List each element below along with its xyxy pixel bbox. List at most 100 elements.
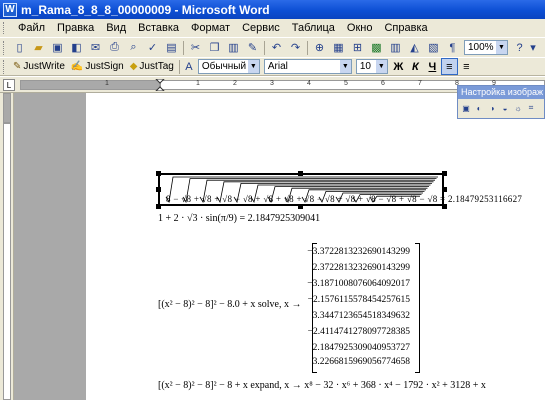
insert-picture-icon[interactable]: ▣ xyxy=(460,101,472,115)
menu-tools[interactable]: Сервис xyxy=(236,22,286,34)
menu-edit[interactable]: Правка xyxy=(51,22,100,34)
separator xyxy=(183,40,184,55)
zoom-select[interactable]: 100% ▼ xyxy=(464,40,508,55)
menu-format[interactable]: Формат xyxy=(185,22,236,34)
document-area[interactable] xyxy=(14,93,545,400)
resize-handle[interactable] xyxy=(442,204,447,209)
justtag-label: JustTag xyxy=(139,61,174,72)
solution-entry: 2.1847925309040953727 xyxy=(312,343,410,353)
crop-icon[interactable]: ⌗ xyxy=(525,101,537,115)
more-brightness-icon[interactable]: ☼ xyxy=(512,101,524,115)
indent-marker-icon[interactable] xyxy=(155,79,165,91)
solution-entry: 3.3447123654518349632 xyxy=(312,311,410,321)
color-icon[interactable]: ◐ xyxy=(473,101,485,115)
spelling-icon[interactable]: ✓ xyxy=(143,39,162,56)
insert-excel-icon[interactable]: ▩ xyxy=(367,39,386,56)
word-icon[interactable]: W xyxy=(3,2,17,17)
more-contrast-icon[interactable]: ◑ xyxy=(486,101,498,115)
redo-icon[interactable]: ↷ xyxy=(286,39,305,56)
separator xyxy=(178,59,180,74)
permission-icon[interactable]: ◧ xyxy=(67,39,86,56)
style-select[interactable]: Обычный + ни ▼ xyxy=(197,59,260,74)
menu-insert[interactable]: Вставка xyxy=(132,22,185,34)
research-icon[interactable]: ▤ xyxy=(162,39,181,56)
tag-icon: ◆ xyxy=(129,61,138,72)
paste-icon[interactable]: ▥ xyxy=(224,39,243,56)
ruler-mark: 5 xyxy=(344,80,348,87)
window-title: m_Rama_8_8_8_00000009 - Microsoft Word xyxy=(21,2,270,17)
font-select[interactable]: Arial ▼ xyxy=(263,59,352,74)
solution-entry: −3.1871008076064092017 xyxy=(307,279,410,289)
menu-file[interactable]: Файл xyxy=(12,22,51,34)
resize-handle[interactable] xyxy=(442,171,447,176)
hyperlink-icon[interactable]: ⊕ xyxy=(310,39,329,56)
chevron-down-icon[interactable]: ▼ xyxy=(339,60,351,73)
ruler-margin xyxy=(3,93,11,123)
formatting-toolbar: ✎ JustWrite ✍ JustSign ◆ JustTag A Обычн… xyxy=(0,57,545,76)
separator xyxy=(264,40,265,55)
equation-expand: [(x² − 8)² − 8]² − 8 + x expand, x → x⁸ … xyxy=(158,380,486,391)
undo-icon[interactable]: ↶ xyxy=(267,39,286,56)
pen-icon: ✎ xyxy=(13,61,22,72)
toolbar-grip[interactable] xyxy=(3,40,6,55)
align-left-icon[interactable]: ≡ xyxy=(440,58,458,75)
justwrite-button[interactable]: ✎ JustWrite xyxy=(10,58,68,75)
drawing-icon[interactable]: ◭ xyxy=(405,39,424,56)
equation-sin: 1 + 2 · √3 · sin(π/9) = 2.1847925309041 xyxy=(158,213,321,224)
italic-button[interactable]: К xyxy=(407,58,424,75)
ruler-mark: 4 xyxy=(307,80,311,87)
new-document-icon[interactable]: ▯ xyxy=(10,39,29,56)
bold-button[interactable]: Ж xyxy=(390,58,407,75)
picture-toolbar-title[interactable]: Настройка изображ xyxy=(458,86,544,99)
solution-entry: −3.3722813232690143299 xyxy=(307,247,410,257)
solution-entry: −2.4114741278097728385 xyxy=(307,327,410,337)
tables-borders-icon[interactable]: ▦ xyxy=(329,39,348,56)
document-map-icon[interactable]: ▧ xyxy=(424,39,443,56)
cut-icon[interactable]: ✂ xyxy=(186,39,205,56)
justtag-button[interactable]: ◆ JustTag xyxy=(127,58,177,75)
toolbar-options-icon[interactable]: ▾ xyxy=(529,39,537,56)
help-label: ? xyxy=(516,41,523,54)
format-painter-icon[interactable]: ✎ xyxy=(243,39,262,56)
equation-solve: [(x² − 8)² − 8]² − 8.0 + x solve, x → xyxy=(158,299,302,310)
chevron-down-icon[interactable]: ▼ xyxy=(247,60,259,73)
styles-pane-icon[interactable]: A xyxy=(182,58,196,75)
menu-table[interactable]: Таблица xyxy=(286,22,341,34)
resize-handle[interactable] xyxy=(442,187,447,192)
columns-icon[interactable]: ▥ xyxy=(386,39,405,56)
menu-help[interactable]: Справка xyxy=(378,22,433,34)
ruler-text-area xyxy=(3,123,11,400)
insert-table-icon[interactable]: ⊞ xyxy=(348,39,367,56)
email-icon[interactable]: ✉ xyxy=(86,39,105,56)
nested-radical-expression: 8 − √8 + √8 + √8 − √8 + √8 + √8 + √8 − √… xyxy=(166,194,523,204)
menu-view[interactable]: Вид xyxy=(100,22,132,34)
chevron-down-icon[interactable]: ▼ xyxy=(496,41,507,54)
solution-entry: 3.2266815969056774658 xyxy=(312,357,410,367)
print-icon[interactable]: ⎙ xyxy=(105,39,124,56)
show-hide-icon[interactable]: ¶ xyxy=(443,39,462,56)
open-folder-icon[interactable]: ▰ xyxy=(29,39,48,56)
toolbar-grip[interactable] xyxy=(3,59,6,74)
right-bracket xyxy=(415,243,420,373)
justsign-button[interactable]: ✍ JustSign xyxy=(68,58,127,75)
ruler-mark: 1 xyxy=(105,80,109,87)
solution-entry: −2.1576115578454257615 xyxy=(307,295,410,305)
zoom-value: 100% xyxy=(468,42,494,53)
font-size-select[interactable]: 10 ▼ xyxy=(355,59,388,74)
menu-grip[interactable] xyxy=(3,22,6,34)
title-bar: W m_Rama_8_8_8_00000009 - Microsoft Word xyxy=(0,0,545,19)
less-contrast-icon[interactable]: ◒ xyxy=(499,101,511,115)
copy-icon[interactable]: ❐ xyxy=(205,39,224,56)
save-icon[interactable]: ▣ xyxy=(48,39,67,56)
ruler-mark: 7 xyxy=(418,80,422,87)
menu-window[interactable]: Окно xyxy=(341,22,379,34)
print-preview-icon[interactable]: ⌕ xyxy=(124,39,143,56)
tab-selector-icon[interactable]: L xyxy=(3,79,15,91)
underline-button[interactable]: Ч xyxy=(424,58,441,75)
picture-toolbar: Настройка изображ ▣ ◐ ◑ ◒ ☼ ⌗ xyxy=(457,85,545,119)
help-icon[interactable]: ? xyxy=(510,39,529,56)
signature-icon: ✍ xyxy=(70,61,84,72)
chevron-down-icon[interactable]: ▼ xyxy=(375,60,387,73)
vertical-ruler[interactable] xyxy=(0,93,14,400)
align-center-icon[interactable]: ≡ xyxy=(458,58,475,75)
